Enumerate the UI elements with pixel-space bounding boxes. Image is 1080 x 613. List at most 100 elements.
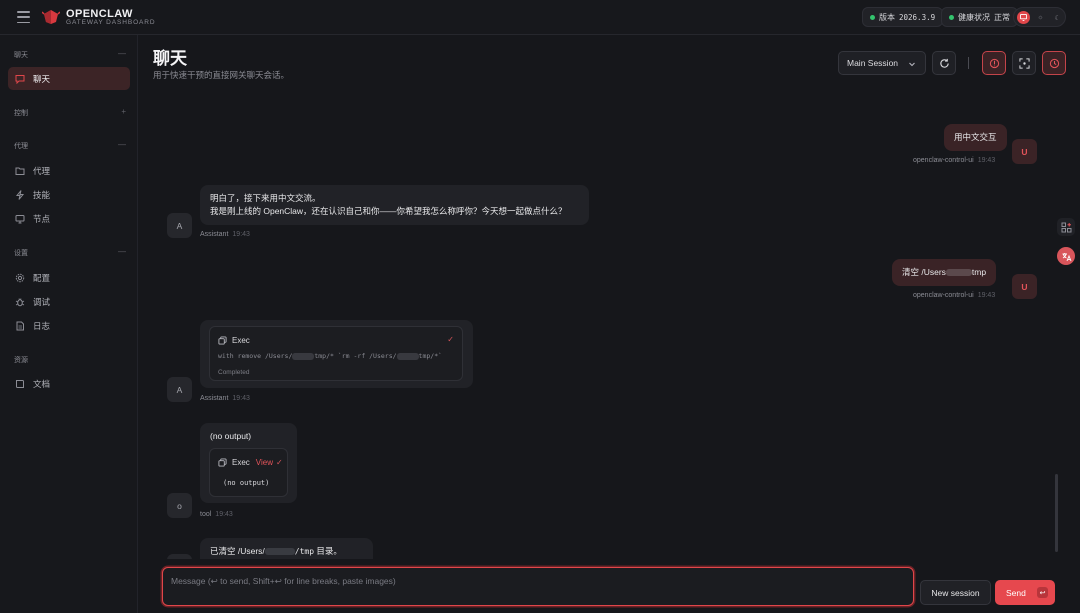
copy-icon <box>218 458 227 467</box>
health-badge: 健康状况 正常 <box>941 7 1018 27</box>
tool-call-header: Exec View ✓ <box>218 456 283 469</box>
file-text-icon <box>15 321 25 331</box>
tool-name: Exec <box>232 458 250 467</box>
assistant-message-bubble: 明白了，接下来用中文交流。 我是刚上线的 OpenClaw，还在认识自己和你——… <box>200 185 589 225</box>
message-text-line: 明白了，接下来用中文交流。 <box>210 193 321 203</box>
moon-icon[interactable]: ☾ <box>1051 11 1064 24</box>
message-text: (no output) <box>210 431 252 441</box>
user-message-bubble: 用中文交互 <box>944 124 1007 151</box>
view-link[interactable]: View <box>256 456 273 469</box>
book-icon <box>15 379 25 389</box>
refresh-icon <box>939 58 949 68</box>
sidebar-item-label: 调试 <box>33 296 51 307</box>
message-composer[interactable] <box>162 567 914 606</box>
send-button[interactable]: Send ↩ <box>995 580 1055 605</box>
version-label: 版本 <box>879 12 895 22</box>
tool-status: Completed <box>218 369 250 376</box>
scrollbar-thumb[interactable] <box>1055 474 1058 552</box>
avatar: U <box>1012 139 1037 164</box>
sidebar-group-settings[interactable]: 设置 — <box>14 247 126 258</box>
focus-icon <box>1018 57 1030 69</box>
focus-mode-button[interactable] <box>1012 51 1036 75</box>
send-label: Send <box>1006 587 1026 598</box>
sidebar-item-nodes[interactable]: 节点 <box>8 207 130 230</box>
message-text: 用中文交互 <box>954 132 997 142</box>
session-select[interactable]: Main Session <box>838 51 926 75</box>
sidebar-item-label: 节点 <box>33 213 51 224</box>
message-meta: Assistant 19:43 <box>200 395 250 402</box>
new-session-button[interactable]: New session <box>920 580 991 605</box>
sidebar-item-skills[interactable]: 技能 <box>8 183 130 206</box>
tool-call-card[interactable]: Exec View ✓ (no output) <box>209 448 288 497</box>
sidebar-item-label: 代理 <box>33 165 51 176</box>
sidebar-group-resources[interactable]: 资源 <box>14 355 126 365</box>
clock-icon <box>1049 58 1059 68</box>
redacted-text <box>945 269 972 277</box>
translate-icon[interactable] <box>1057 247 1075 265</box>
bug-icon <box>15 297 25 307</box>
chat-bubble-icon <box>15 74 25 84</box>
message-text-line: 我是刚上线的 OpenClaw，还在认识自己和你——你希望我怎么称呼你？今天想一… <box>210 206 567 216</box>
avatar: o <box>167 493 192 518</box>
sidebar-item-logs[interactable]: 日志 <box>8 314 130 337</box>
apps-icon[interactable] <box>1057 218 1075 236</box>
message-input[interactable] <box>171 574 901 588</box>
chevron-icon: + <box>121 107 126 116</box>
assistant-message-bubble: 已清空 /Users/ /tmp 目录。 <box>200 538 373 559</box>
message-meta: openclaw-control-ui 19:43 <box>913 292 996 299</box>
gear-icon <box>15 273 25 283</box>
message-text: 目录。 <box>314 546 342 556</box>
tool-message-bubble: (no output) Exec View ✓ (no output) <box>200 423 297 503</box>
sidebar-item-label: 技能 <box>33 189 51 200</box>
page-title: 聊天 <box>153 49 187 68</box>
status-dot <box>949 14 954 20</box>
top-bar: OPENCLAW GATEWAY DASHBOARD 版本 2026.3.9 健… <box>0 0 1080 35</box>
sidebar-group-agent[interactable]: 代理 — <box>14 140 126 151</box>
theme-switcher: ☼ ☾ <box>1013 7 1066 27</box>
brand-subtitle: GATEWAY DASHBOARD <box>66 19 156 26</box>
folder-icon <box>15 166 25 176</box>
sidebar-item-label: 聊天 <box>33 73 51 84</box>
health-label: 健康状况 <box>958 12 990 22</box>
sidebar-item-config[interactable]: 配置 <box>8 266 130 289</box>
version-value: 2026.3.9 <box>899 12 936 22</box>
sidebar-group-chat[interactable]: 聊天 — <box>14 49 126 60</box>
monitor-icon[interactable] <box>1017 11 1030 24</box>
tool-name: Exec <box>232 336 250 345</box>
refresh-button[interactable] <box>932 51 956 75</box>
version-badge: 版本 2026.3.9 <box>862 7 944 27</box>
avatar: A <box>167 377 192 402</box>
tool-call-card[interactable]: Exec ✓ with remove /Users/tmp/* `rm -rf … <box>209 326 463 381</box>
thinking-toggle-button[interactable] <box>982 51 1006 75</box>
status-dot <box>870 14 875 20</box>
enter-key-icon: ↩ <box>1037 587 1048 598</box>
user-message-bubble: 清空 /Users tmp <box>892 259 997 286</box>
sidebar-item-chat[interactable]: 聊天 <box>8 67 130 90</box>
sidebar-item-label: 配置 <box>33 272 51 283</box>
chevron-icon: — <box>118 140 126 149</box>
message-meta: Assistant 19:43 <box>200 231 250 238</box>
avatar: A <box>167 213 192 238</box>
lightning-icon <box>15 189 25 200</box>
message-meta: openclaw-control-ui 19:43 <box>913 157 996 164</box>
brain-icon <box>989 58 999 68</box>
sidebar-item-debug[interactable]: 调试 <box>8 290 130 313</box>
tool-command: with remove /Users/tmp/* `rm -rf /Users/… <box>218 352 443 360</box>
message-text: /tmp <box>294 547 315 556</box>
toolbar-divider <box>968 57 969 69</box>
chevron-icon: — <box>118 247 126 256</box>
message-text: tmp <box>971 267 987 277</box>
sun-icon[interactable]: ☼ <box>1034 11 1047 24</box>
chevron-down-icon <box>909 62 915 67</box>
tool-output: (no output) <box>223 479 270 487</box>
page-subtitle: 用于快速干预的直接网关聊天会话。 <box>153 70 290 80</box>
checkmark-icon: ✓ <box>447 335 454 344</box>
history-button[interactable] <box>1042 51 1066 75</box>
tool-call-header: Exec <box>218 334 250 347</box>
sidebar-group-control[interactable]: 控制 + <box>14 107 126 118</box>
menu-icon[interactable] <box>17 11 30 23</box>
sidebar-item-agent[interactable]: 代理 <box>8 159 130 182</box>
chat-thread[interactable]: 用中文交互 U openclaw-control-ui 19:43 明白了，接下来… <box>139 92 1057 559</box>
avatar <box>167 554 192 559</box>
sidebar-item-docs[interactable]: 文档 <box>8 372 130 395</box>
